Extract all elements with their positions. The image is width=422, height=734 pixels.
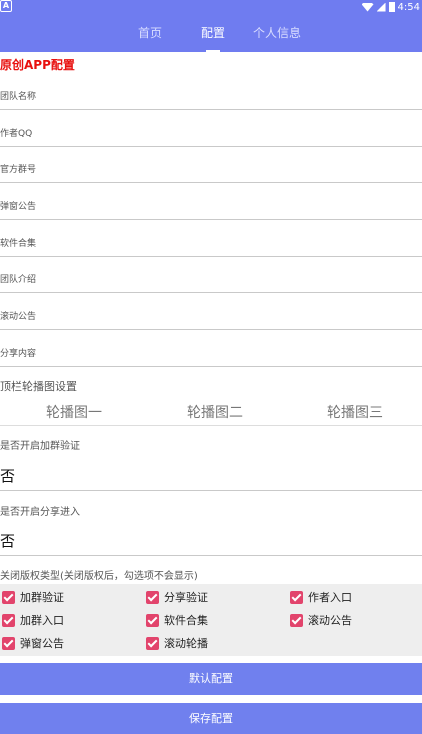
checkbox-checked-icon <box>2 613 15 627</box>
official-group-placeholder: 官方群号 <box>0 165 37 175</box>
copyright-options: 加群验证 分享验证 作者入口 加群入口 软件合集 滚动公告 弹窗公告 滚动轮播 <box>0 584 422 656</box>
option-group-verify[interactable]: 加群验证 <box>2 587 64 607</box>
checkbox-checked-icon <box>146 636 159 650</box>
team-intro-field[interactable]: 团队介绍 <box>0 263 422 293</box>
save-config-button[interactable]: 保存配置 <box>0 703 422 734</box>
status-bar: A 4:54 <box>0 0 422 14</box>
tab-profile[interactable]: 个人信息 <box>247 14 307 52</box>
tab-home[interactable]: 首页 <box>130 14 170 52</box>
team-name-field[interactable]: 团队名称 <box>0 80 422 110</box>
software-collection-field[interactable]: 软件合集 <box>0 227 422 257</box>
copyright-close-title: 关闭版权类型(关闭版权后，勾选项不会显示) <box>0 571 198 582</box>
status-icons: 4:54 <box>361 0 420 14</box>
checkbox-checked-icon <box>290 590 303 604</box>
scroll-notice-field[interactable]: 滚动公告 <box>0 300 422 330</box>
popup-notice-placeholder: 弹窗公告 <box>0 202 37 212</box>
tab-config-label: 配置 <box>200 26 225 40</box>
option-label: 作者入口 <box>308 591 352 604</box>
option-popup-notice[interactable]: 弹窗公告 <box>2 633 64 653</box>
team-intro-placeholder: 团队介绍 <box>0 275 37 285</box>
battery-icon <box>388 2 395 12</box>
option-scroll-carousel[interactable]: 滚动轮播 <box>146 633 208 653</box>
option-software-collection[interactable]: 软件合集 <box>146 610 208 630</box>
option-author-entry[interactable]: 作者入口 <box>290 587 352 607</box>
option-group-entry[interactable]: 加群入口 <box>2 610 64 630</box>
software-collection-placeholder: 软件合集 <box>0 239 37 249</box>
checkbox-checked-icon <box>146 590 159 604</box>
checkbox-checked-icon <box>290 613 303 627</box>
section-title: 原创APP配置 <box>0 58 75 72</box>
group-verify-select[interactable]: 否 <box>0 465 422 491</box>
option-share-verify[interactable]: 分享验证 <box>146 587 208 607</box>
group-verify-label: 是否开启加群验证 <box>0 441 80 452</box>
banner-row: 轮播图一 轮播图二 轮播图三 <box>0 398 422 426</box>
option-label: 加群验证 <box>20 591 64 604</box>
share-entry-label: 是否开启分享进入 <box>0 507 80 518</box>
option-label: 滚动公告 <box>308 614 352 627</box>
share-entry-select[interactable]: 否 <box>0 530 422 556</box>
checkbox-checked-icon <box>146 613 159 627</box>
tab-config[interactable]: 配置 <box>193 14 233 52</box>
banner-item-3[interactable]: 轮播图三 <box>295 402 415 422</box>
app-notification-icon: A <box>0 0 12 12</box>
banner-item-2[interactable]: 轮播图二 <box>155 402 275 422</box>
signal-icon <box>376 2 386 12</box>
scroll-notice-placeholder: 滚动公告 <box>0 312 37 322</box>
wifi-icon <box>361 2 374 12</box>
clock: 4:54 <box>397 1 420 13</box>
option-label: 加群入口 <box>20 614 64 627</box>
author-qq-placeholder: 作者QQ <box>0 129 33 139</box>
option-label: 分享验证 <box>164 591 208 604</box>
option-label: 软件合集 <box>164 614 208 627</box>
option-label: 弹窗公告 <box>20 637 64 650</box>
tab-indicator <box>206 50 220 52</box>
share-content-placeholder: 分享内容 <box>0 349 37 359</box>
default-config-button[interactable]: 默认配置 <box>0 663 422 695</box>
checkbox-checked-icon <box>2 590 15 604</box>
banner-item-1[interactable]: 轮播图一 <box>14 402 134 422</box>
share-content-field[interactable]: 分享内容 <box>0 337 422 367</box>
top-nav: 首页 配置 个人信息 <box>0 14 422 52</box>
team-name-placeholder: 团队名称 <box>0 92 37 102</box>
option-label: 滚动轮播 <box>164 637 208 650</box>
checkbox-checked-icon <box>2 636 15 650</box>
official-group-field[interactable]: 官方群号 <box>0 153 422 183</box>
option-scroll-notice[interactable]: 滚动公告 <box>290 610 352 630</box>
banner-settings-title: 顶栏轮播图设置 <box>0 380 77 393</box>
popup-notice-field[interactable]: 弹窗公告 <box>0 190 422 220</box>
author-qq-field[interactable]: 作者QQ <box>0 117 422 147</box>
